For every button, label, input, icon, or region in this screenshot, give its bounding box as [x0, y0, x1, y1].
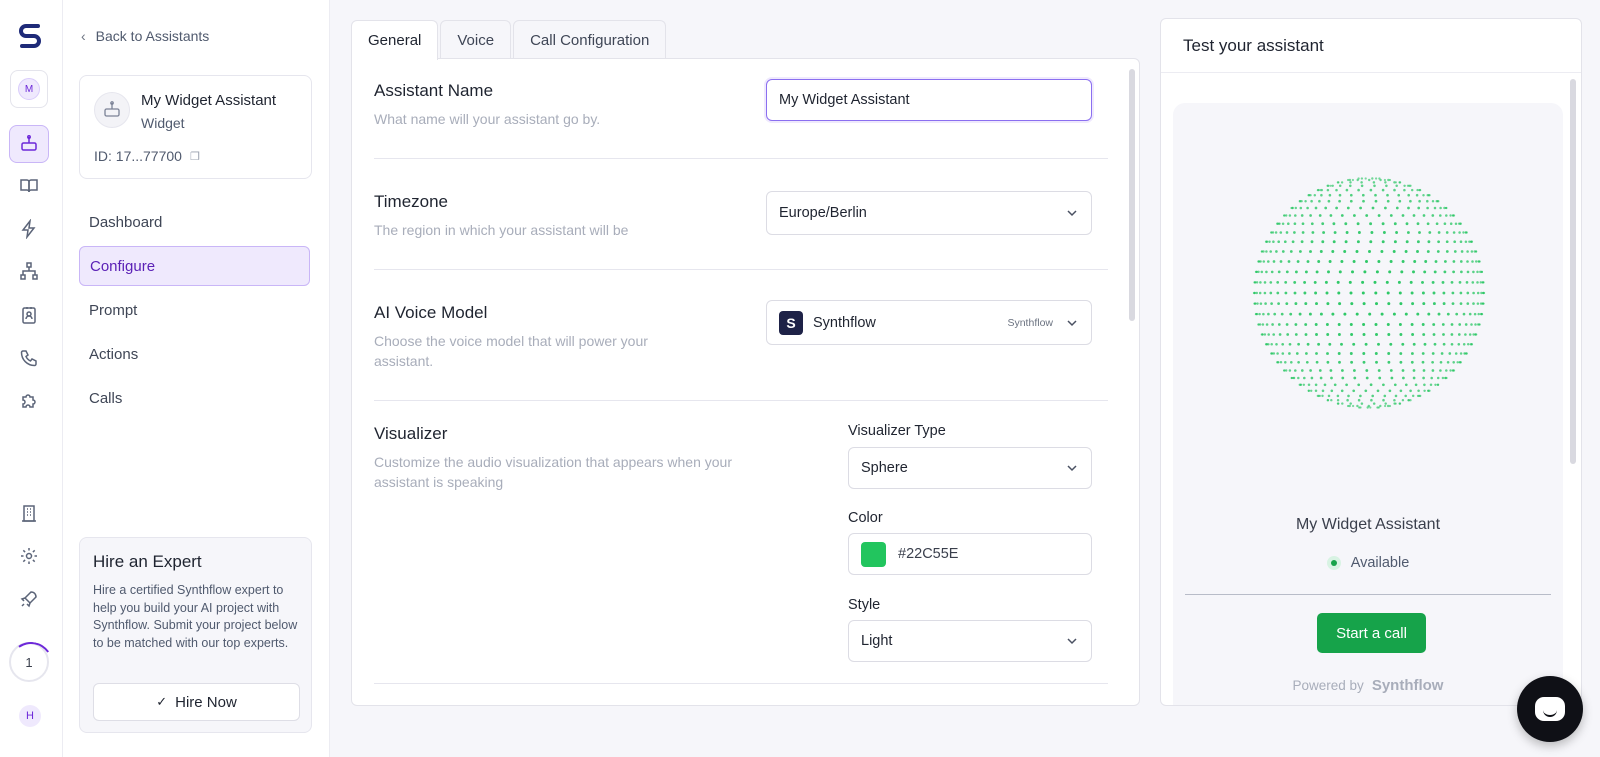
tab-voice[interactable]: Voice	[440, 20, 512, 59]
color-swatch[interactable]	[861, 541, 886, 567]
copy-icon[interactable]: ❐	[190, 150, 200, 163]
synthflow-voice-logo: S	[779, 310, 803, 335]
tab-general[interactable]: General	[351, 20, 439, 60]
timezone-value: Europe/Berlin	[779, 205, 867, 221]
puzzle-icon[interactable]	[9, 382, 49, 420]
assistant-icon[interactable]	[9, 125, 49, 163]
nav-item-dashboard[interactable]: Dashboard	[79, 202, 310, 242]
assistant-name-input[interactable]: My Widget Assistant	[766, 79, 1092, 121]
voice-model-description: Choose the voice model that will power y…	[374, 333, 648, 369]
test-assistant-panel: Test your assistant My Widget Assistant …	[1160, 18, 1582, 706]
chevron-down-icon	[1065, 461, 1079, 475]
start-call-button[interactable]: Start a call	[1317, 613, 1426, 653]
chevron-left-icon: ‹	[81, 28, 86, 44]
phone-icon[interactable]	[9, 339, 49, 377]
status-label: Available	[1350, 555, 1410, 571]
onboarding-progress[interactable]: 1	[9, 642, 49, 682]
voice-provider-tag: Synthflow	[1007, 316, 1053, 329]
chevron-down-icon	[1065, 316, 1079, 330]
assistant-name: My Widget Assistant	[141, 92, 277, 109]
style-select[interactable]: Light	[848, 620, 1092, 662]
workspace-avatar[interactable]: M	[10, 70, 48, 108]
divider	[374, 400, 1108, 401]
sphere-visualizer	[1252, 177, 1486, 409]
widget-preview: My Widget Assistant Available Start a ca…	[1173, 103, 1563, 705]
gear-icon[interactable]	[9, 537, 49, 575]
chevron-down-icon	[1065, 634, 1079, 648]
divider	[374, 269, 1108, 270]
status-dot-icon	[1326, 556, 1341, 570]
divider	[374, 683, 1108, 684]
timezone-description: The region in which your assistant will …	[374, 222, 629, 238]
visualizer-type-value: Sphere	[861, 460, 908, 476]
visualizer-type-label: Visualizer Type	[848, 423, 946, 439]
nav-item-prompt[interactable]: Prompt	[79, 290, 310, 330]
style-label: Style	[848, 597, 881, 613]
hire-now-button[interactable]: ✓ Hire Now	[93, 683, 300, 721]
general-settings-panel: Assistant Name What name will your assis…	[351, 58, 1140, 706]
assistant-name-value: My Widget Assistant	[779, 92, 910, 108]
check-circle-icon: ✓	[156, 694, 168, 709]
back-to-assistants-link[interactable]: ‹ Back to Assistants	[81, 28, 209, 44]
color-value: #22C55E	[898, 546, 959, 562]
hire-description: Hire a certified Synthflow expert to hel…	[93, 583, 298, 650]
voice-model-select[interactable]: S Synthflow Synthflow	[766, 300, 1092, 345]
chat-bubble-icon	[1535, 697, 1565, 721]
form-scrollbar[interactable]	[1129, 69, 1135, 321]
chat-launcher-button[interactable]	[1517, 676, 1583, 742]
synthflow-logo[interactable]	[16, 20, 44, 48]
synthflow-brand: Synthflow	[1371, 677, 1444, 694]
nav-item-calls[interactable]: Calls	[79, 378, 310, 418]
divider	[1185, 594, 1551, 595]
tab-call-configuration[interactable]: Call Configuration	[513, 20, 667, 59]
powered-by: Powered by Synthflow	[1173, 677, 1563, 694]
visualizer-title: Visualizer	[374, 424, 448, 443]
assistant-nav: Dashboard Configure Prompt Actions Calls	[79, 202, 310, 422]
style-value: Light	[861, 633, 893, 649]
hire-title: Hire an Expert	[93, 552, 202, 571]
workspace-avatar-initial: M	[18, 78, 40, 100]
color-label: Color	[848, 510, 883, 526]
nav-item-actions[interactable]: Actions	[79, 334, 310, 374]
contact-card-icon[interactable]	[9, 296, 49, 334]
book-icon[interactable]	[9, 167, 49, 205]
visualizer-type-select[interactable]: Sphere	[848, 447, 1092, 489]
network-icon[interactable]	[9, 252, 49, 290]
lightning-icon[interactable]	[9, 210, 49, 248]
hire-now-label: Hire Now	[175, 693, 237, 711]
onboarding-step-number: 1	[25, 654, 33, 670]
assistant-type: Widget	[141, 115, 185, 131]
hire-expert-card: Hire an Expert Hire a certified Synthflo…	[79, 537, 312, 733]
preview-assistant-name: My Widget Assistant	[1295, 516, 1441, 533]
availability-status: Available	[1173, 555, 1563, 571]
user-avatar[interactable]: H	[19, 705, 41, 727]
powered-by-label: Powered by	[1292, 678, 1364, 693]
color-input[interactable]: #22C55E	[848, 533, 1092, 575]
assistant-id: ID: 17...77700	[94, 148, 182, 164]
rocket-icon[interactable]	[9, 580, 49, 618]
chevron-down-icon	[1065, 206, 1079, 220]
visualizer-description: Customize the audio visualization that a…	[374, 454, 732, 490]
timezone-select[interactable]: Europe/Berlin	[766, 191, 1092, 235]
config-tabs: General Voice Call Configuration	[351, 20, 667, 60]
nav-item-configure[interactable]: Configure	[79, 246, 310, 286]
assistant-card: My Widget Assistant Widget ID: 17...7770…	[79, 75, 312, 179]
test-panel-title: Test your assistant	[1161, 19, 1581, 73]
voice-model-value: Synthflow	[813, 314, 876, 331]
back-label: Back to Assistants	[95, 28, 210, 44]
assistant-id-row: ID: 17...77700 ❐	[94, 148, 200, 164]
assistant-avatar-icon	[94, 92, 130, 128]
icon-rail: M 1 H	[0, 0, 63, 757]
assistant-name-description: What name will your assistant go by.	[374, 111, 601, 127]
building-icon[interactable]	[9, 494, 49, 532]
divider	[374, 158, 1108, 159]
test-panel-scrollbar[interactable]	[1570, 79, 1576, 464]
assistant-sidebar: ‹ Back to Assistants My Widget Assistant…	[63, 0, 330, 757]
